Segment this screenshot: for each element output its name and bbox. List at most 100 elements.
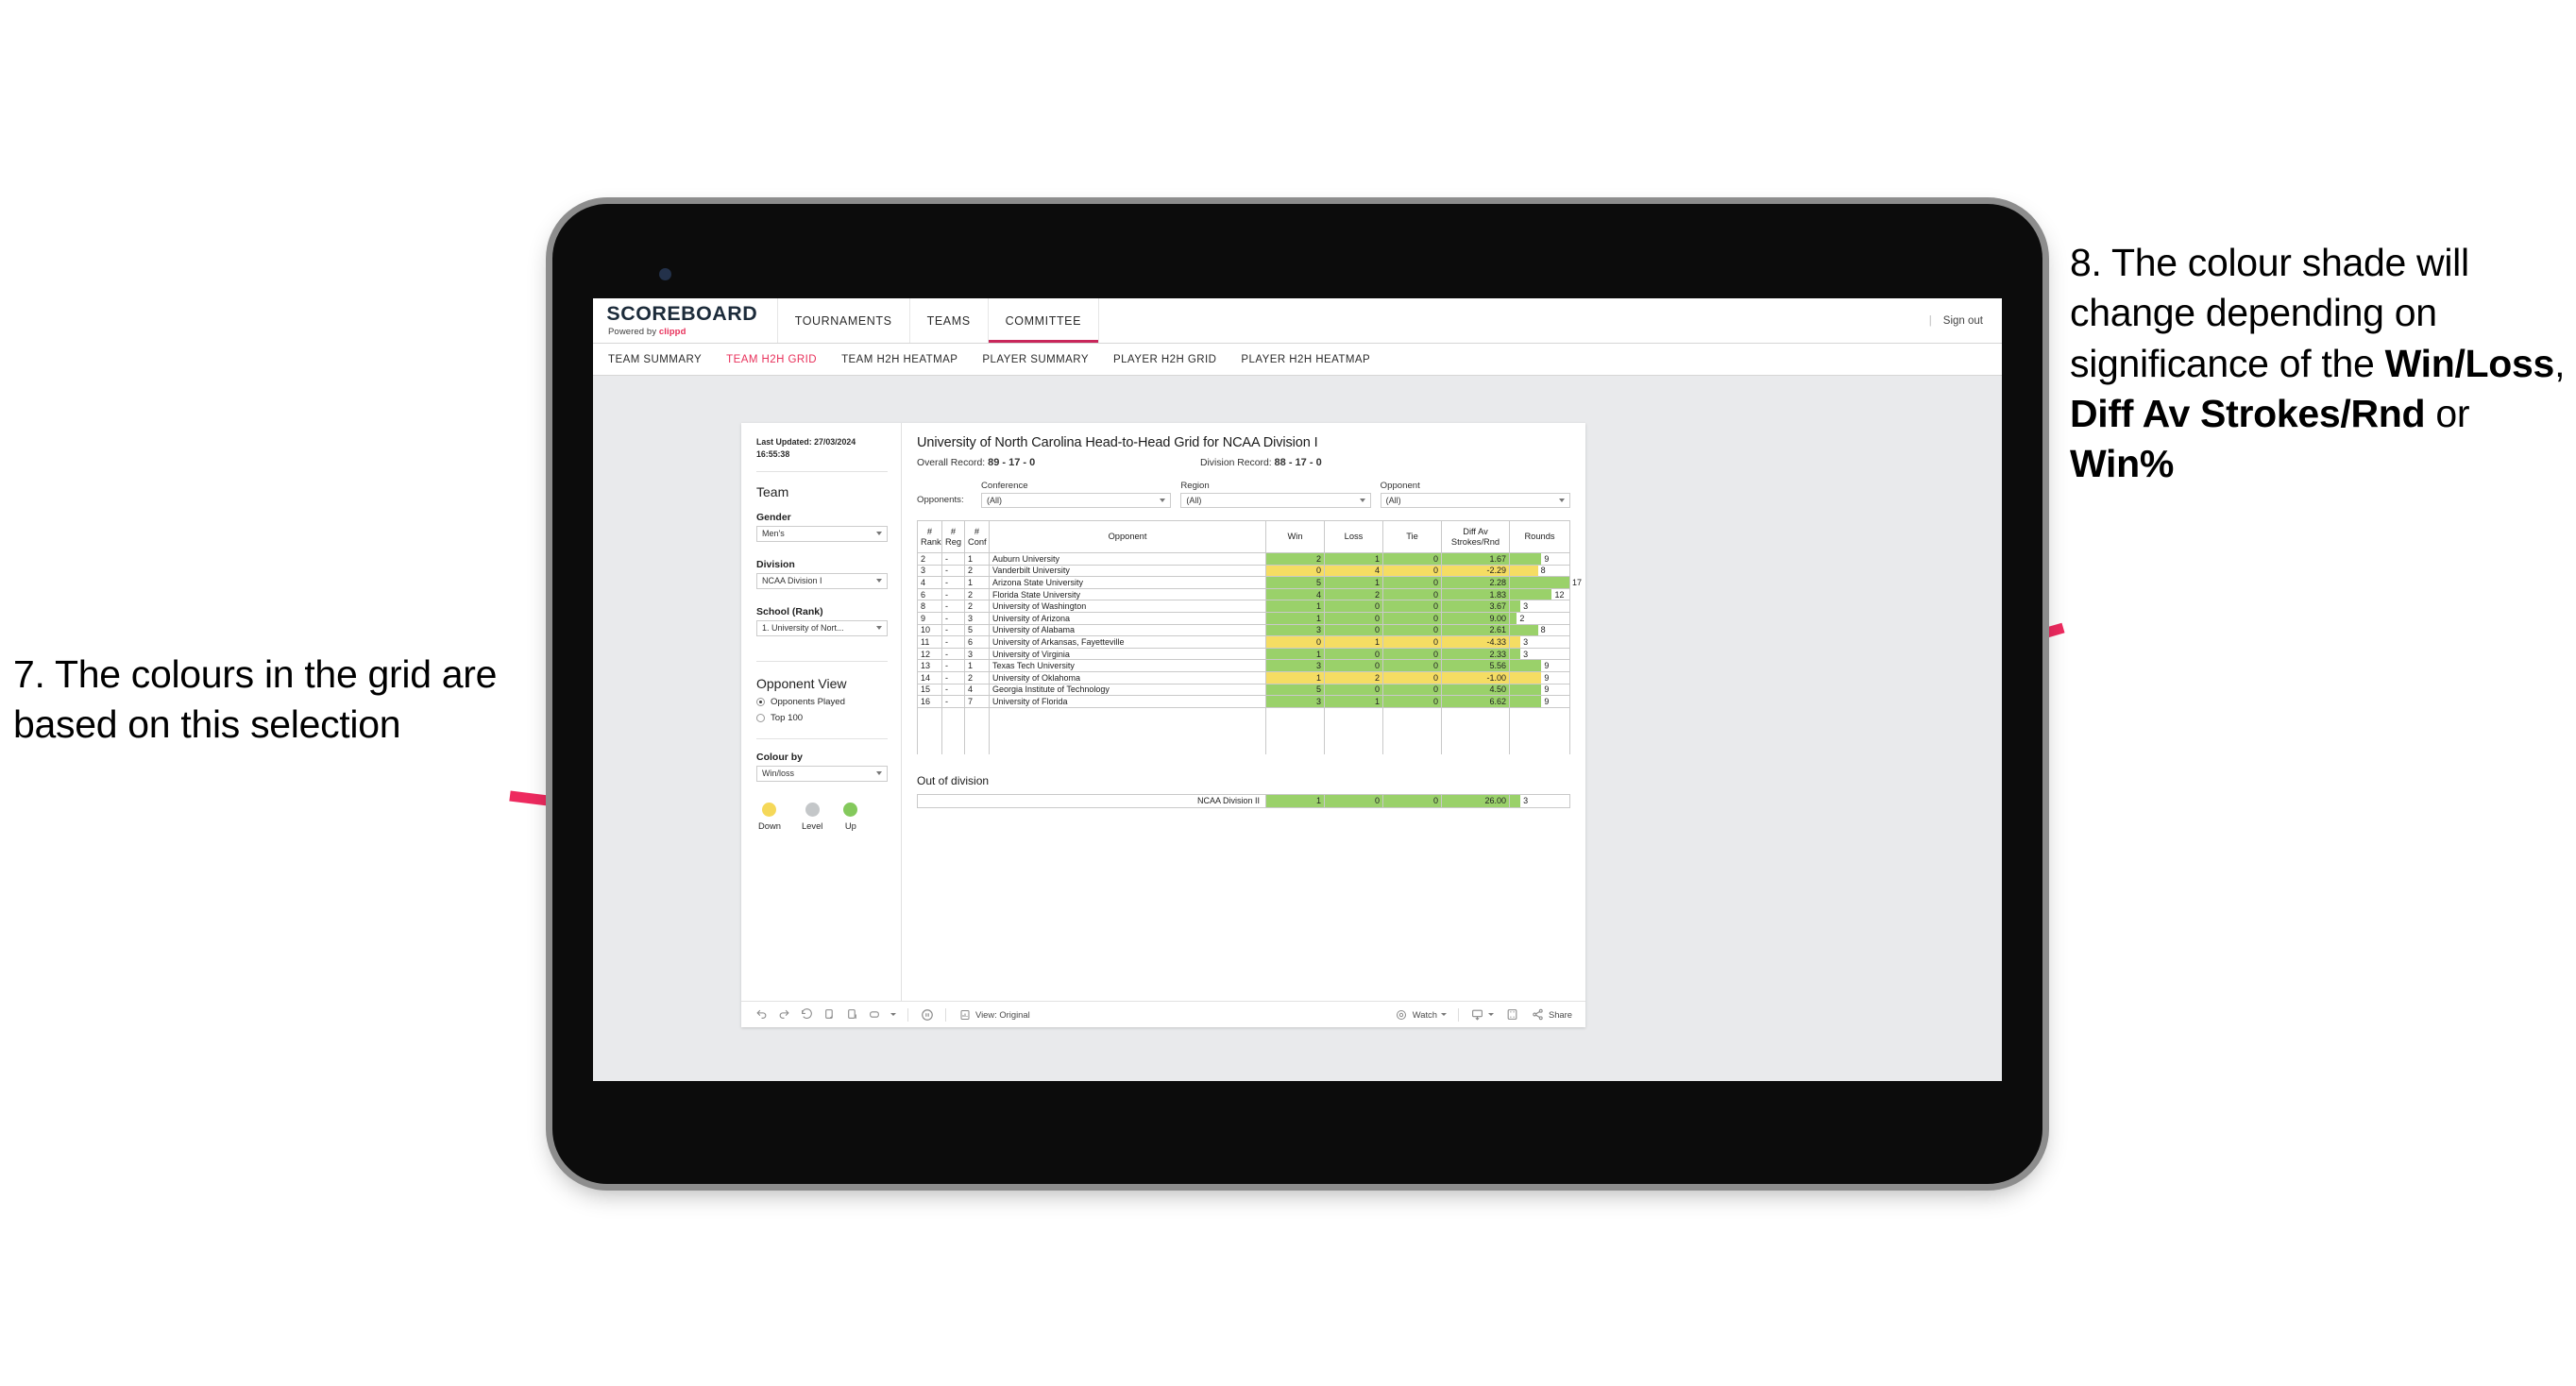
filter-region-select[interactable]: (All) bbox=[1180, 493, 1371, 508]
division-select[interactable]: NCAA Division I bbox=[756, 572, 888, 589]
subnav-player-h2h-heatmap[interactable]: PLAYER H2H HEATMAP bbox=[1241, 354, 1370, 365]
col-rank[interactable]: # Rank bbox=[917, 520, 942, 553]
table-row[interactable]: 9-3 University of Arizona 1 0 0 9.00 2 bbox=[917, 611, 1570, 625]
table-row[interactable]: 13-1 Texas Tech University 3 0 0 5.56 9 bbox=[917, 659, 1570, 672]
brand-tagline: Powered by clippd bbox=[608, 327, 756, 337]
cell-rank: 16 bbox=[917, 695, 942, 708]
school-select[interactable]: 1. University of Nort... bbox=[756, 619, 888, 636]
ood-diff: 26.00 bbox=[1441, 793, 1510, 808]
brand-powered-text: Powered by bbox=[608, 327, 659, 337]
cell-diff: 6.62 bbox=[1441, 695, 1510, 708]
undo-icon[interactable] bbox=[754, 1007, 769, 1022]
cell-rounds: 9 bbox=[1509, 552, 1570, 566]
subnav-team-h2h-grid[interactable]: TEAM H2H GRID bbox=[726, 354, 817, 365]
col-loss[interactable]: Loss bbox=[1324, 520, 1383, 553]
table-row[interactable]: 2-1 Auburn University 2 1 0 1.67 9 bbox=[917, 552, 1570, 566]
cell-rounds: 3 bbox=[1509, 647, 1570, 661]
col-win[interactable]: Win bbox=[1265, 520, 1325, 553]
cell-opponent: Auburn University bbox=[989, 552, 1266, 566]
header-divider: | bbox=[1928, 314, 1932, 327]
subnav-team-summary[interactable]: TEAM SUMMARY bbox=[608, 354, 702, 365]
ood-tie: 0 bbox=[1382, 793, 1442, 808]
nav-tab-teams[interactable]: TEAMS bbox=[910, 298, 989, 343]
fullscreen-icon[interactable] bbox=[1505, 1007, 1519, 1022]
chevron-down-icon bbox=[876, 532, 882, 535]
blank-conf bbox=[964, 706, 990, 759]
nav-tab-committee[interactable]: COMMITTEE bbox=[988, 298, 1100, 343]
col-diff[interactable]: Diff Av Strokes/Rnd bbox=[1441, 520, 1510, 553]
cell-opponent: University of Washington bbox=[989, 600, 1266, 613]
download-button[interactable] bbox=[1470, 1007, 1494, 1022]
table-row[interactable]: 6-2 Florida State University 4 2 0 1.83 12 bbox=[917, 587, 1570, 601]
table-row[interactable]: 11-6 University of Arkansas, Fayetteville… bbox=[917, 635, 1570, 649]
app-header-right: | Sign out bbox=[1929, 298, 2002, 343]
gender-select[interactable]: Men's bbox=[756, 525, 888, 542]
revert-icon[interactable] bbox=[800, 1007, 814, 1022]
chevron-down-icon bbox=[1440, 1013, 1447, 1016]
cell-loss: 0 bbox=[1324, 659, 1383, 672]
table-row[interactable]: 4-1 Arizona State University 5 1 0 2.28 17 bbox=[917, 576, 1582, 589]
chevron-down-icon[interactable] bbox=[890, 1013, 896, 1016]
brand-logo[interactable]: SCOREBOARD Powered by clippd bbox=[593, 298, 778, 343]
cell-loss: 0 bbox=[1324, 683, 1383, 697]
sign-out-link[interactable]: Sign out bbox=[1943, 315, 1983, 327]
cell-tie: 0 bbox=[1382, 659, 1442, 672]
subnav-player-summary[interactable]: PLAYER SUMMARY bbox=[982, 354, 1089, 365]
device-volume-up-button[interactable] bbox=[546, 453, 552, 502]
table-row[interactable]: 16-7 University of Florida 3 1 0 6.62 9 bbox=[917, 695, 1570, 708]
table-row[interactable]: 10-5 University of Alabama 3 0 0 2.61 8 bbox=[917, 623, 1570, 637]
cell-reg: - bbox=[941, 695, 965, 708]
blank-reg bbox=[941, 706, 965, 759]
table-row[interactable]: 15-4 Georgia Institute of Technology 5 0 0 4.… bbox=[917, 683, 1570, 697]
table-row[interactable]: 8-2 University of Washington 1 0 0 3.67 3 bbox=[917, 600, 1570, 613]
col-opponent[interactable]: Opponent bbox=[989, 520, 1266, 553]
colour-by-select[interactable]: Win/loss bbox=[756, 765, 888, 782]
col-conf[interactable]: # Conf bbox=[964, 520, 990, 553]
col-rounds[interactable]: Rounds bbox=[1509, 520, 1570, 553]
annotation-8-part2: , bbox=[2554, 341, 2566, 385]
legend-item-level: Level bbox=[802, 802, 822, 831]
nav-tab-tournaments[interactable]: TOURNAMENTS bbox=[778, 298, 910, 343]
cell-rounds: 12 bbox=[1509, 587, 1570, 601]
cell-win: 3 bbox=[1265, 623, 1325, 637]
download-icon bbox=[1470, 1007, 1484, 1022]
subnav-player-h2h-grid[interactable]: PLAYER H2H GRID bbox=[1113, 354, 1216, 365]
cell-conf: 1 bbox=[964, 576, 990, 589]
table-row[interactable]: 14-2 University of Oklahoma 1 2 0 -1.00 9 bbox=[917, 670, 1570, 685]
filter-conference: Conference (All) bbox=[981, 481, 1172, 508]
list-item[interactable]: NCAA Division II 1 0 0 26.00 3 bbox=[917, 793, 1570, 808]
device-volume-down-button[interactable] bbox=[546, 519, 552, 568]
watch-button[interactable]: Watch bbox=[1395, 1007, 1447, 1022]
view-original-button[interactable]: View: Original bbox=[958, 1007, 1030, 1022]
cell-conf: 6 bbox=[964, 635, 990, 649]
filter-conference-select[interactable]: (All) bbox=[981, 493, 1172, 508]
share-button[interactable]: Share bbox=[1531, 1007, 1572, 1022]
table-row[interactable]: 12-3 University of Virginia 1 0 0 2.33 3 bbox=[917, 647, 1570, 661]
annotation-8-bold-diffav: Diff Av Strokes/Rnd bbox=[2070, 391, 2426, 435]
refresh-icon[interactable] bbox=[822, 1007, 837, 1022]
team-section-heading: Team bbox=[756, 483, 789, 499]
school-label: School (Rank) bbox=[756, 605, 823, 617]
cell-rank: 15 bbox=[917, 683, 942, 697]
device-power-button[interactable] bbox=[546, 385, 552, 410]
cell-conf: 1 bbox=[964, 659, 990, 672]
radio-opponents-played[interactable]: Opponents Played bbox=[756, 697, 888, 707]
cell-win: 1 bbox=[1265, 670, 1325, 685]
cell-reg: - bbox=[941, 670, 965, 685]
filter-opponent-select[interactable]: (All) bbox=[1380, 493, 1570, 508]
custom-view-icon[interactable] bbox=[868, 1007, 882, 1022]
pause-auto-update-icon[interactable] bbox=[845, 1007, 859, 1022]
radio-top-100[interactable]: Top 100 bbox=[756, 713, 888, 723]
col-reg[interactable]: # Reg bbox=[941, 520, 965, 553]
tablet-screen: SCOREBOARD Powered by clippd TOURNAMENTS… bbox=[593, 298, 2002, 1081]
cell-tie: 0 bbox=[1382, 552, 1442, 566]
col-tie[interactable]: Tie bbox=[1382, 520, 1442, 553]
redo-icon[interactable] bbox=[777, 1007, 791, 1022]
watch-icon bbox=[1395, 1007, 1409, 1022]
toolbar-divider-3 bbox=[1457, 1007, 1459, 1022]
cell-tie: 0 bbox=[1382, 647, 1442, 661]
table-row[interactable]: 3-2 Vanderbilt University 0 4 0 -2.29 8 bbox=[917, 564, 1570, 578]
blank-tie bbox=[1382, 706, 1442, 759]
clock-pause-icon[interactable] bbox=[920, 1007, 934, 1022]
subnav-team-h2h-heatmap[interactable]: TEAM H2H HEATMAP bbox=[841, 354, 958, 365]
